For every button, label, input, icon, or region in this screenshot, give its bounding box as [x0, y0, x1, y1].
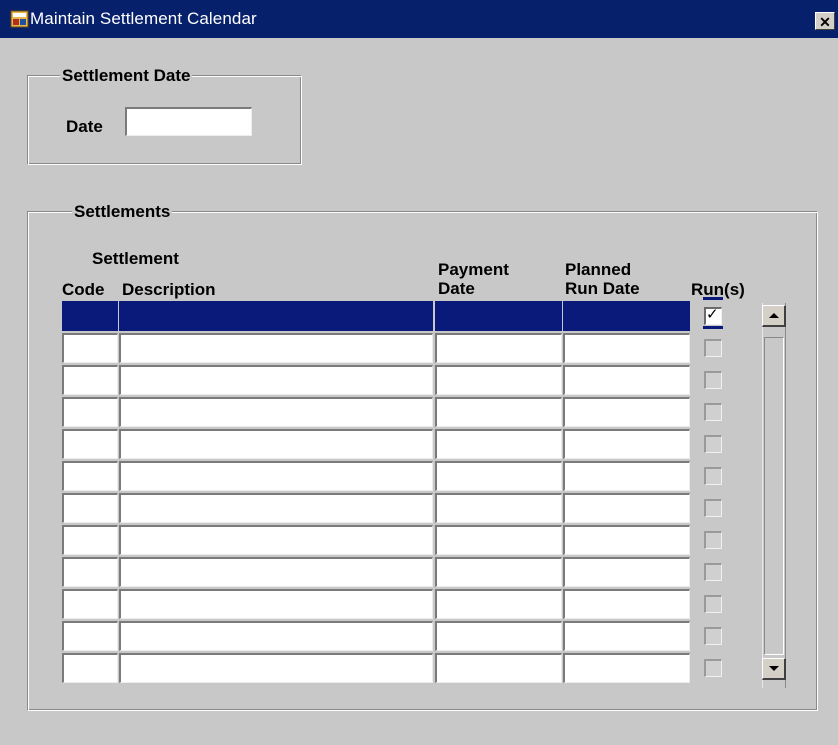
runs-checkbox[interactable] — [704, 659, 722, 677]
app-icon — [10, 10, 29, 28]
planned-run-date-field[interactable] — [563, 461, 690, 491]
description-field[interactable] — [119, 301, 433, 331]
runs-checkbox[interactable] — [704, 435, 722, 453]
description-field[interactable] — [119, 557, 433, 587]
payment-date-field[interactable] — [435, 493, 562, 523]
close-icon: ✕ — [819, 14, 831, 30]
description-field[interactable] — [119, 461, 433, 491]
runs-checkbox[interactable] — [704, 499, 722, 517]
planned-run-date-field[interactable] — [563, 557, 690, 587]
payment-date-header-line2: Date — [438, 279, 475, 298]
code-field[interactable] — [62, 301, 118, 331]
payment-date-field[interactable] — [435, 589, 562, 619]
settlements-group-title: Settlements — [72, 202, 173, 222]
planned-run-date-field[interactable] — [563, 525, 690, 555]
code-field[interactable] — [62, 365, 118, 395]
payment-date-field[interactable] — [435, 621, 562, 651]
payment-date-field[interactable] — [435, 301, 562, 331]
description-field[interactable] — [119, 397, 433, 427]
checkbox-selection-indicator — [703, 297, 723, 300]
code-field[interactable] — [62, 493, 118, 523]
scroll-down-button[interactable] — [762, 658, 786, 680]
code-field[interactable] — [62, 557, 118, 587]
description-field[interactable] — [119, 365, 433, 395]
planned-run-date-field[interactable] — [563, 493, 690, 523]
code-field[interactable] — [62, 461, 118, 491]
code-field[interactable] — [62, 653, 118, 683]
planned-run-date-field[interactable] — [563, 429, 690, 459]
planned-run-date-field[interactable] — [563, 365, 690, 395]
code-field[interactable] — [62, 397, 118, 427]
arrow-down-icon — [769, 666, 779, 671]
settlement-date-group-title: Settlement Date — [60, 66, 193, 86]
code-field[interactable] — [62, 429, 118, 459]
runs-checkbox[interactable] — [704, 403, 722, 421]
runs-checkbox[interactable] — [704, 563, 722, 581]
runs-checkbox[interactable] — [704, 371, 722, 389]
code-field[interactable] — [62, 525, 118, 555]
checkbox-selection-indicator — [703, 326, 723, 329]
description-field[interactable] — [119, 333, 433, 363]
date-label: Date — [66, 117, 103, 136]
planned-run-date-field[interactable] — [563, 301, 690, 331]
description-field[interactable] — [119, 589, 433, 619]
payment-date-field[interactable] — [435, 365, 562, 395]
planned-run-date-field[interactable] — [563, 589, 690, 619]
runs-checkbox[interactable] — [704, 595, 722, 613]
scroll-up-button[interactable] — [762, 305, 786, 327]
description-field[interactable] — [119, 493, 433, 523]
payment-date-field[interactable] — [435, 397, 562, 427]
planned-run-date-field[interactable] — [563, 653, 690, 683]
planned-run-date-field[interactable] — [563, 621, 690, 651]
window-title: Maintain Settlement Calendar — [30, 9, 257, 28]
arrow-up-icon — [769, 313, 779, 318]
checkmark-icon: ✓ — [706, 306, 719, 323]
description-column-header: Description — [122, 280, 216, 299]
planned-run-date-header-line1: Planned — [565, 260, 632, 279]
code-column-header: Code — [62, 280, 105, 299]
date-input[interactable] — [125, 107, 252, 136]
runs-checkbox[interactable] — [704, 531, 722, 549]
payment-date-field[interactable] — [435, 333, 562, 363]
runs-checkbox[interactable]: ✓ — [704, 306, 722, 325]
runs-checkbox[interactable] — [704, 467, 722, 485]
runs-checkbox[interactable] — [704, 339, 722, 357]
settlement-column-group-header: Settlement — [92, 249, 179, 268]
planned-run-date-header-line2: Run Date — [565, 279, 640, 298]
payment-date-field[interactable] — [435, 557, 562, 587]
window-title-bar[interactable]: Maintain Settlement Calendar ✕ — [0, 0, 838, 38]
description-field[interactable] — [119, 653, 433, 683]
close-button[interactable]: ✕ — [815, 12, 835, 30]
payment-date-field[interactable] — [435, 429, 562, 459]
planned-run-date-field[interactable] — [563, 333, 690, 363]
payment-date-field[interactable] — [435, 461, 562, 491]
payment-date-field[interactable] — [435, 525, 562, 555]
code-field[interactable] — [62, 621, 118, 651]
payment-date-field[interactable] — [435, 653, 562, 683]
planned-run-date-field[interactable] — [563, 397, 690, 427]
code-field[interactable] — [62, 333, 118, 363]
description-field[interactable] — [119, 429, 433, 459]
description-field[interactable] — [119, 525, 433, 555]
scrollbar-trough[interactable] — [764, 337, 784, 655]
payment-date-header-line1: Payment — [438, 260, 509, 279]
runs-checkbox[interactable] — [704, 627, 722, 645]
description-field[interactable] — [119, 621, 433, 651]
code-field[interactable] — [62, 589, 118, 619]
